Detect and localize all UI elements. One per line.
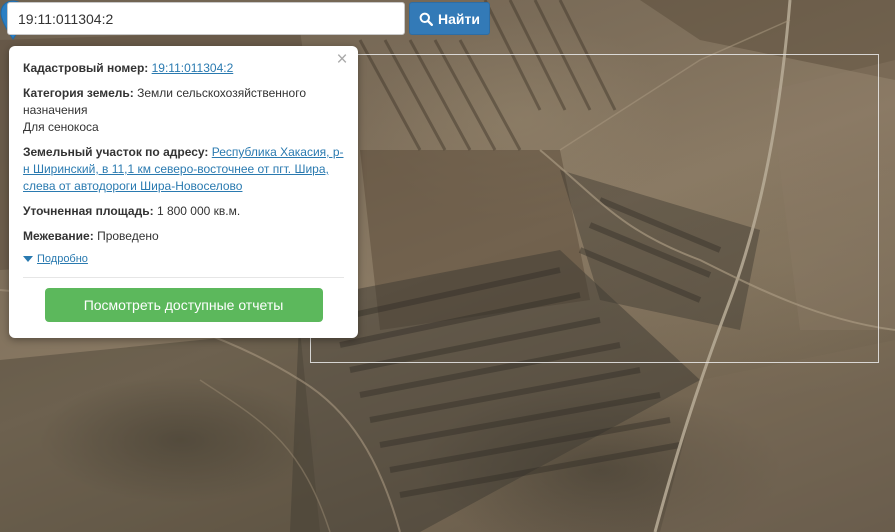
address-row: Земельный участок по адресу: Республика … <box>23 144 344 195</box>
land-category-row: Категория земель: Земли сельскохозяйстве… <box>23 85 344 136</box>
cadastral-number-row: Кадастровый номер: 19:11:011304:2 <box>23 60 344 77</box>
land-category-label: Категория земель: <box>23 86 134 100</box>
survey-label: Межевание: <box>23 229 94 243</box>
popup-divider <box>23 277 344 278</box>
survey-row: Межевание: Проведено <box>23 228 344 245</box>
search-button[interactable]: Найти <box>409 2 490 35</box>
details-toggle[interactable]: Подробно <box>23 253 344 265</box>
search-icon <box>419 12 434 26</box>
area-label: Уточненная площадь: <box>23 204 154 218</box>
search-button-label: Найти <box>438 10 480 27</box>
parcel-boundary[interactable] <box>310 54 879 363</box>
parcel-info-popup: × Кадастровый номер: 19:11:011304:2 Кате… <box>9 46 358 338</box>
land-usage-value: Для сенокоса <box>23 120 99 134</box>
area-value: 1 800 000 кв.м. <box>156 204 241 218</box>
view-reports-button[interactable]: Посмотреть доступные отчеты <box>44 288 323 322</box>
details-link[interactable]: Подробно <box>37 253 88 265</box>
caret-down-icon <box>23 255 33 262</box>
address-label: Земельный участок по адресу: <box>23 145 209 159</box>
area-row: Уточненная площадь: 1 800 000 кв.м. <box>23 203 344 220</box>
cadastral-number-label: Кадастровый номер: <box>23 61 149 75</box>
survey-value: Проведено <box>97 229 159 243</box>
cadastral-number-link[interactable]: 19:11:011304:2 <box>152 61 234 75</box>
search-input[interactable] <box>7 2 405 35</box>
close-icon[interactable]: × <box>334 50 350 69</box>
